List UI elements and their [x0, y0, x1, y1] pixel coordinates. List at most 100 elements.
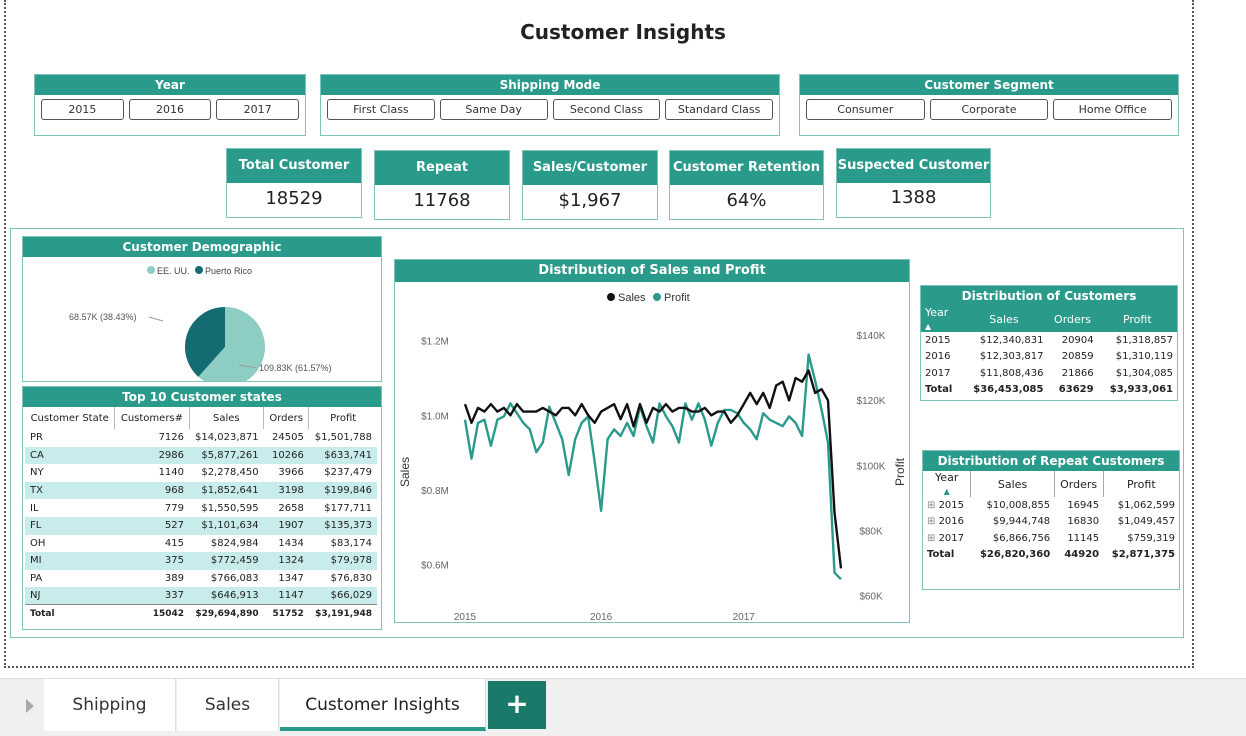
expand-icon[interactable]: ⊞ [927, 500, 939, 511]
expand-icon[interactable]: ⊞ [927, 533, 939, 544]
table-cell: CA [25, 446, 115, 465]
table-cell: $12,303,817 [979, 351, 1044, 363]
table-row[interactable]: IL 779 $1,550,595 2658 $177,711 [25, 499, 377, 517]
legend-dot-profit [653, 293, 661, 301]
sales-profit-chart-visual[interactable]: Distribution of Sales and Profit Sales P… [394, 259, 910, 623]
tab-shipping[interactable]: Shipping [44, 679, 176, 731]
consumer-button[interactable]: Consumer [806, 99, 925, 120]
line-chart-svg: Sales Profit Sales Profit $1.2M $1.0M $0.8… [398, 292, 907, 623]
total-cell: Total [925, 384, 953, 396]
col-header-sales[interactable]: Sales [970, 471, 1055, 497]
table-row[interactable]: ⊞ 2015 $10,008,855 16945 $1,062,599 [923, 497, 1179, 514]
table-row[interactable]: PA 389 $766,083 1347 $76,830 [25, 570, 377, 588]
table-row[interactable]: NJ 337 $646,913 1147 $66,029 [25, 587, 377, 605]
y2-tick-label: $120K [857, 396, 886, 407]
kpi-customer-retention: Customer Retention 64% [669, 150, 824, 220]
table-row[interactable]: OH 415 $824,984 1434 $83,174 [25, 535, 377, 553]
year-slicer: Year 2015 2016 2017 [34, 74, 306, 136]
series-line-sales[interactable] [463, 369, 843, 569]
expand-icon[interactable]: ⊞ [927, 516, 939, 527]
table-row[interactable]: ⊞ 2017 $6,866,756 11145 $759,319 [923, 530, 1179, 547]
table-cell: 2017 [925, 367, 951, 379]
add-page-button[interactable]: + [488, 681, 546, 729]
same-day-button[interactable]: Same Day [439, 99, 548, 120]
legend-label-ee-uu: EE. UU. [157, 266, 190, 276]
table-row[interactable]: 2015 $12,340,831 20904 $1,318,857 [921, 332, 1177, 349]
home-office-button[interactable]: Home Office [1053, 99, 1173, 120]
distribution-customers-visual[interactable]: Distribution of Customers Year ▲ Sales Or… [920, 285, 1178, 401]
legend-dot-sales [607, 293, 615, 301]
col-header-profit[interactable]: Profit [308, 407, 377, 429]
table-cell: PR [30, 432, 43, 444]
col-header-orders[interactable]: Orders [263, 407, 309, 429]
col-header-sales[interactable]: Sales [188, 407, 264, 429]
table-cell: $759,319 [1127, 532, 1175, 544]
table-cell: 1147 [263, 587, 309, 605]
table-cell: 375 [114, 552, 190, 570]
second-class-button[interactable]: Second Class [552, 99, 661, 120]
distribution-repeat-visual[interactable]: Distribution of Repeat Customers Year ▲ S… [922, 450, 1180, 590]
corporate-button[interactable]: Corporate [929, 99, 1049, 120]
col-header-profit[interactable]: Profit [1103, 471, 1179, 497]
page-tab-bar: Shipping Sales Customer Insights + [0, 678, 1246, 736]
col-header-orders[interactable]: Orders [1047, 306, 1097, 332]
table-cell: $1,310,119 [1115, 351, 1173, 363]
table-row[interactable]: TX 968 $1,852,641 3198 $199,846 [25, 481, 377, 500]
table-cell: $5,877,261 [189, 446, 264, 465]
tab-sales[interactable]: Sales [177, 679, 279, 731]
top10-states-visual[interactable]: Top 10 Customer states Customer State Cu… [22, 386, 382, 630]
table-cell: $1,049,457 [1117, 516, 1175, 528]
table-row[interactable]: FL 527 $1,101,634 1907 $135,373 [25, 516, 377, 535]
first-class-button[interactable]: First Class [327, 99, 435, 120]
col-header-profit[interactable]: Profit [1098, 306, 1177, 332]
table-cell: $633,741 [308, 446, 377, 465]
table-cell: 1347 [278, 573, 304, 585]
table-cell: 1434 [278, 537, 304, 549]
table-cell: 415 [164, 537, 185, 549]
table-cell: $766,083 [210, 573, 259, 585]
table-cell: $135,373 [308, 516, 377, 535]
table-cell: $1,101,634 [189, 516, 264, 535]
y-tick-label: $0.8M [421, 486, 449, 497]
kpi-label: Repeat Customers [375, 151, 509, 209]
page-title: Customer Insights [520, 20, 726, 44]
table-row[interactable]: 2017 $11,808,436 21866 $1,304,085 [921, 365, 1177, 382]
total-cell: 15042 [114, 604, 190, 623]
year-2017-button[interactable]: 2017 [216, 99, 300, 120]
table-row[interactable]: CA 2986 $5,877,261 10266 $633,741 [25, 446, 377, 465]
y2-tick-label: $80K [859, 526, 883, 537]
shipping-mode-slicer: Shipping Mode First Class Same Day Secon… [320, 74, 780, 136]
col-header-orders[interactable]: Orders [1054, 471, 1104, 497]
pie-label-puerto-rico: 68.57K (38.43%) [69, 312, 137, 322]
scroll-left-icon[interactable] [26, 699, 34, 713]
table-row[interactable]: PR 7126 $14,023,871 24505 $1,501,788 [25, 429, 377, 447]
customer-segment-slicer: Customer Segment Consumer Corporate Home… [799, 74, 1179, 136]
standard-class-button[interactable]: Standard Class [665, 99, 773, 120]
table-row[interactable]: NY 1140 $2,278,450 3966 $237,479 [25, 464, 377, 482]
col-header-year[interactable]: Year ▲ [923, 471, 972, 497]
table-cell: OH [30, 537, 46, 549]
col-header-state[interactable]: Customer State [25, 407, 115, 429]
col-header-sales[interactable]: Sales [960, 306, 1047, 332]
table-cell: 7126 [158, 432, 185, 444]
table-cell: $14,023,871 [194, 432, 259, 444]
col-header-year[interactable]: Year ▲ [921, 306, 960, 332]
table-cell: IL [30, 502, 39, 514]
table-cell: $11,808,436 [979, 367, 1044, 379]
col-header-customers[interactable]: Customers# [114, 407, 190, 429]
table-row[interactable]: MI 375 $772,459 1324 $79,978 [25, 552, 377, 570]
total-cell: $36,453,085 [973, 384, 1044, 396]
kpi-value: 64% [726, 190, 767, 211]
dist-customers-table: Year ▲ Sales Orders Profit 2015 $12,340,83… [921, 306, 1177, 398]
customer-demographic-visual[interactable]: Customer Demographic EE. UU. Puerto Rico… [22, 236, 382, 387]
total-row: Total $36,453,085 63629 $3,933,061 [921, 382, 1177, 399]
table-row[interactable]: 2016 $12,303,817 20859 $1,310,119 [921, 349, 1177, 366]
table-row[interactable]: ⊞ 2016 $9,944,748 16830 $1,049,457 [923, 514, 1179, 531]
table-cell: 1907 [263, 516, 309, 535]
year-2015-button[interactable]: 2015 [41, 99, 124, 120]
tab-customer-insights[interactable]: Customer Insights [280, 679, 486, 731]
table-cell: 968 [114, 481, 190, 500]
table-cell: 20859 [1061, 351, 1094, 363]
year-2016-button[interactable]: 2016 [128, 99, 212, 120]
customer-demographic-title: Customer Demographic [23, 237, 381, 257]
